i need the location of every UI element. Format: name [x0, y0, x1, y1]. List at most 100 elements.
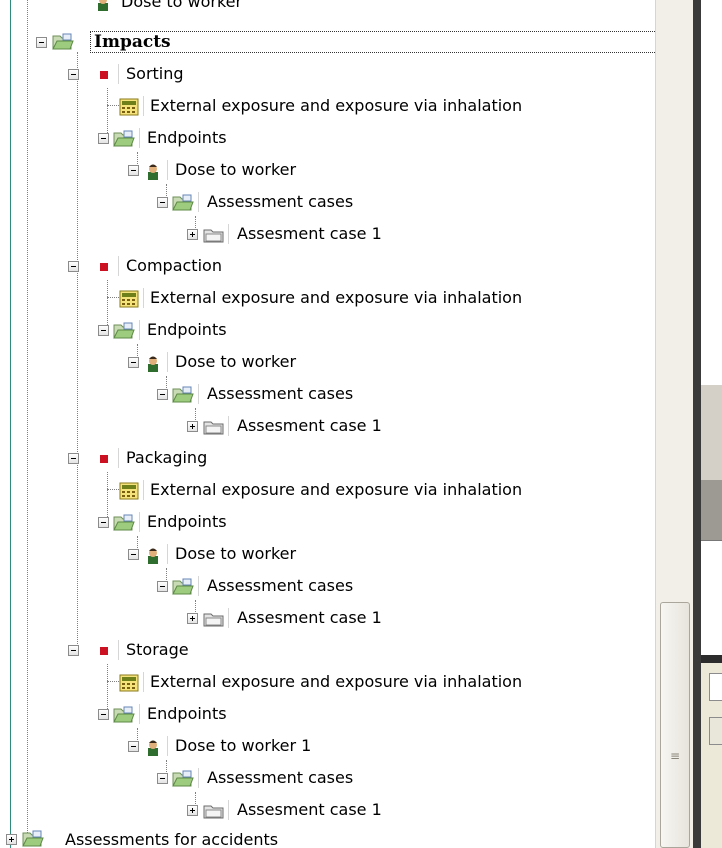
tree-node-label: Endpoints [147, 128, 227, 147]
collapse-toggle[interactable] [157, 773, 168, 784]
collapse-toggle[interactable] [98, 133, 109, 144]
tree-node-label: External exposure and exposure via inhal… [150, 96, 523, 115]
tree-view[interactable]: Dose to worker Impacts Sorting External e… [0, 0, 655, 848]
pane-tab-row[interactable] [701, 663, 722, 753]
collapse-toggle[interactable] [98, 325, 109, 336]
expand-toggle[interactable] [187, 805, 198, 816]
label-separator [118, 640, 119, 660]
tree-node-case-3[interactable]: Assesment case 1 [187, 798, 487, 824]
folder-open-icon [113, 706, 135, 723]
tree-node-endpoints-3[interactable]: Endpoints [98, 702, 398, 728]
tree-left-border [10, 0, 11, 848]
calculator-icon [119, 482, 139, 500]
collapse-toggle[interactable] [68, 453, 79, 464]
tree-guide-horizontal [107, 297, 119, 298]
collapse-toggle[interactable] [157, 197, 168, 208]
label-separator [167, 352, 168, 372]
pane-tab[interactable] [709, 673, 722, 701]
collapse-toggle[interactable] [128, 549, 139, 560]
label-separator [118, 448, 119, 468]
tree-node-case-2[interactable]: Assesment case 1 [187, 606, 487, 632]
label-separator [198, 768, 199, 788]
tree-node-label: Assessment cases [207, 576, 354, 595]
collapse-toggle[interactable] [98, 517, 109, 528]
tree-node-exposure-2[interactable]: External exposure and exposure via inhal… [119, 478, 599, 504]
expand-toggle[interactable] [187, 229, 198, 240]
pane-top [701, 0, 722, 385]
folder-open-icon [172, 194, 194, 211]
tree-node-assessment-cases-0[interactable]: Assessment cases [157, 190, 457, 216]
tree-node-exposure-1[interactable]: External exposure and exposure via inhal… [119, 286, 599, 312]
tree-node-dose-0[interactable]: Dose to worker [128, 158, 428, 184]
tree-node-label: Dose to worker 1 [175, 736, 312, 755]
expand-toggle[interactable] [187, 613, 198, 624]
collapse-toggle[interactable] [157, 581, 168, 592]
label-separator [139, 128, 140, 148]
tree-node-endpoints-1[interactable]: Endpoints [98, 318, 398, 344]
collapse-toggle[interactable] [128, 357, 139, 368]
impact-marker-icon [100, 647, 108, 655]
vertical-scrollbar[interactable]: ≡ [655, 0, 693, 848]
label-separator [228, 800, 229, 820]
label-separator [139, 320, 140, 340]
tree-node-dose-2[interactable]: Dose to worker [128, 542, 428, 568]
label-separator [143, 288, 144, 308]
tree-node-assessment-cases-3[interactable]: Assessment cases [157, 766, 457, 792]
tree-node-endpoints-0[interactable]: Endpoints [98, 126, 398, 152]
tree-node-label: Sorting [126, 64, 184, 83]
scrollbar-thumb[interactable]: ≡ [660, 602, 690, 848]
tree-node-label: Assessments for accidents [65, 830, 279, 848]
collapse-toggle[interactable] [157, 389, 168, 400]
tree-node-impacts[interactable]: Impacts [36, 31, 655, 57]
tree-guide-horizontal [107, 681, 119, 682]
tree-node-label: Assesment case 1 [237, 608, 382, 627]
collapse-toggle[interactable] [68, 645, 79, 656]
expand-toggle[interactable] [187, 421, 198, 432]
impact-marker-icon [100, 71, 108, 79]
tree-node-partial-dose[interactable]: Dose to worker [90, 0, 340, 16]
tree-node-case-1[interactable]: Assesment case 1 [187, 414, 487, 440]
pane-band [701, 385, 722, 480]
folder-closed-icon [203, 613, 224, 627]
label-separator [228, 608, 229, 628]
collapse-toggle[interactable] [98, 709, 109, 720]
label-separator [198, 192, 199, 212]
pane-dark-strip [701, 480, 722, 540]
collapse-toggle[interactable] [36, 37, 47, 48]
tree-node-label: Assessment cases [207, 384, 354, 403]
tree-guide-horizontal [107, 105, 119, 106]
tree-node-group-0[interactable]: Sorting [68, 62, 368, 88]
collapse-toggle[interactable] [68, 261, 79, 272]
tree-node-label: Storage [126, 640, 189, 659]
collapse-toggle[interactable] [68, 69, 79, 80]
tree-node-dose-3[interactable]: Dose to worker 1 [128, 734, 428, 760]
collapse-toggle[interactable] [128, 741, 139, 752]
label-separator [167, 544, 168, 564]
tree-node-assessment-cases-1[interactable]: Assessment cases [157, 382, 457, 408]
pane-dark-line [701, 655, 722, 663]
tree-node-label: External exposure and exposure via inhal… [150, 672, 523, 691]
tree-node-dose-1[interactable]: Dose to worker [128, 350, 428, 376]
tree-node-label: Assessment cases [207, 768, 354, 787]
splitter-divider[interactable] [693, 0, 701, 848]
collapse-toggle[interactable] [128, 165, 139, 176]
pane-button[interactable] [709, 717, 722, 745]
tree-node-label: Dose to worker [121, 0, 243, 11]
label-separator [118, 256, 119, 276]
folder-closed-icon [203, 421, 224, 435]
tree-node-endpoints-2[interactable]: Endpoints [98, 510, 398, 536]
worker-icon [148, 548, 158, 564]
expand-toggle[interactable] [6, 834, 17, 845]
tree-node-label: External exposure and exposure via inhal… [150, 480, 523, 499]
tree-node-exposure-0[interactable]: External exposure and exposure via inhal… [119, 94, 599, 120]
tree-node-group-1[interactable]: Compaction [68, 254, 368, 280]
tree-node-group-2[interactable]: Packaging [68, 446, 368, 472]
tree-node-case-0[interactable]: Assesment case 1 [187, 222, 487, 248]
label-separator [198, 576, 199, 596]
tree-node-group-3[interactable]: Storage [68, 638, 368, 664]
tree-node-assessment-cases-2[interactable]: Assessment cases [157, 574, 457, 600]
tree-node-assessments-accidents[interactable]: Assessments for accidents [6, 828, 326, 848]
calculator-icon [119, 290, 139, 308]
label-separator [143, 672, 144, 692]
tree-node-exposure-3[interactable]: External exposure and exposure via inhal… [119, 670, 599, 696]
